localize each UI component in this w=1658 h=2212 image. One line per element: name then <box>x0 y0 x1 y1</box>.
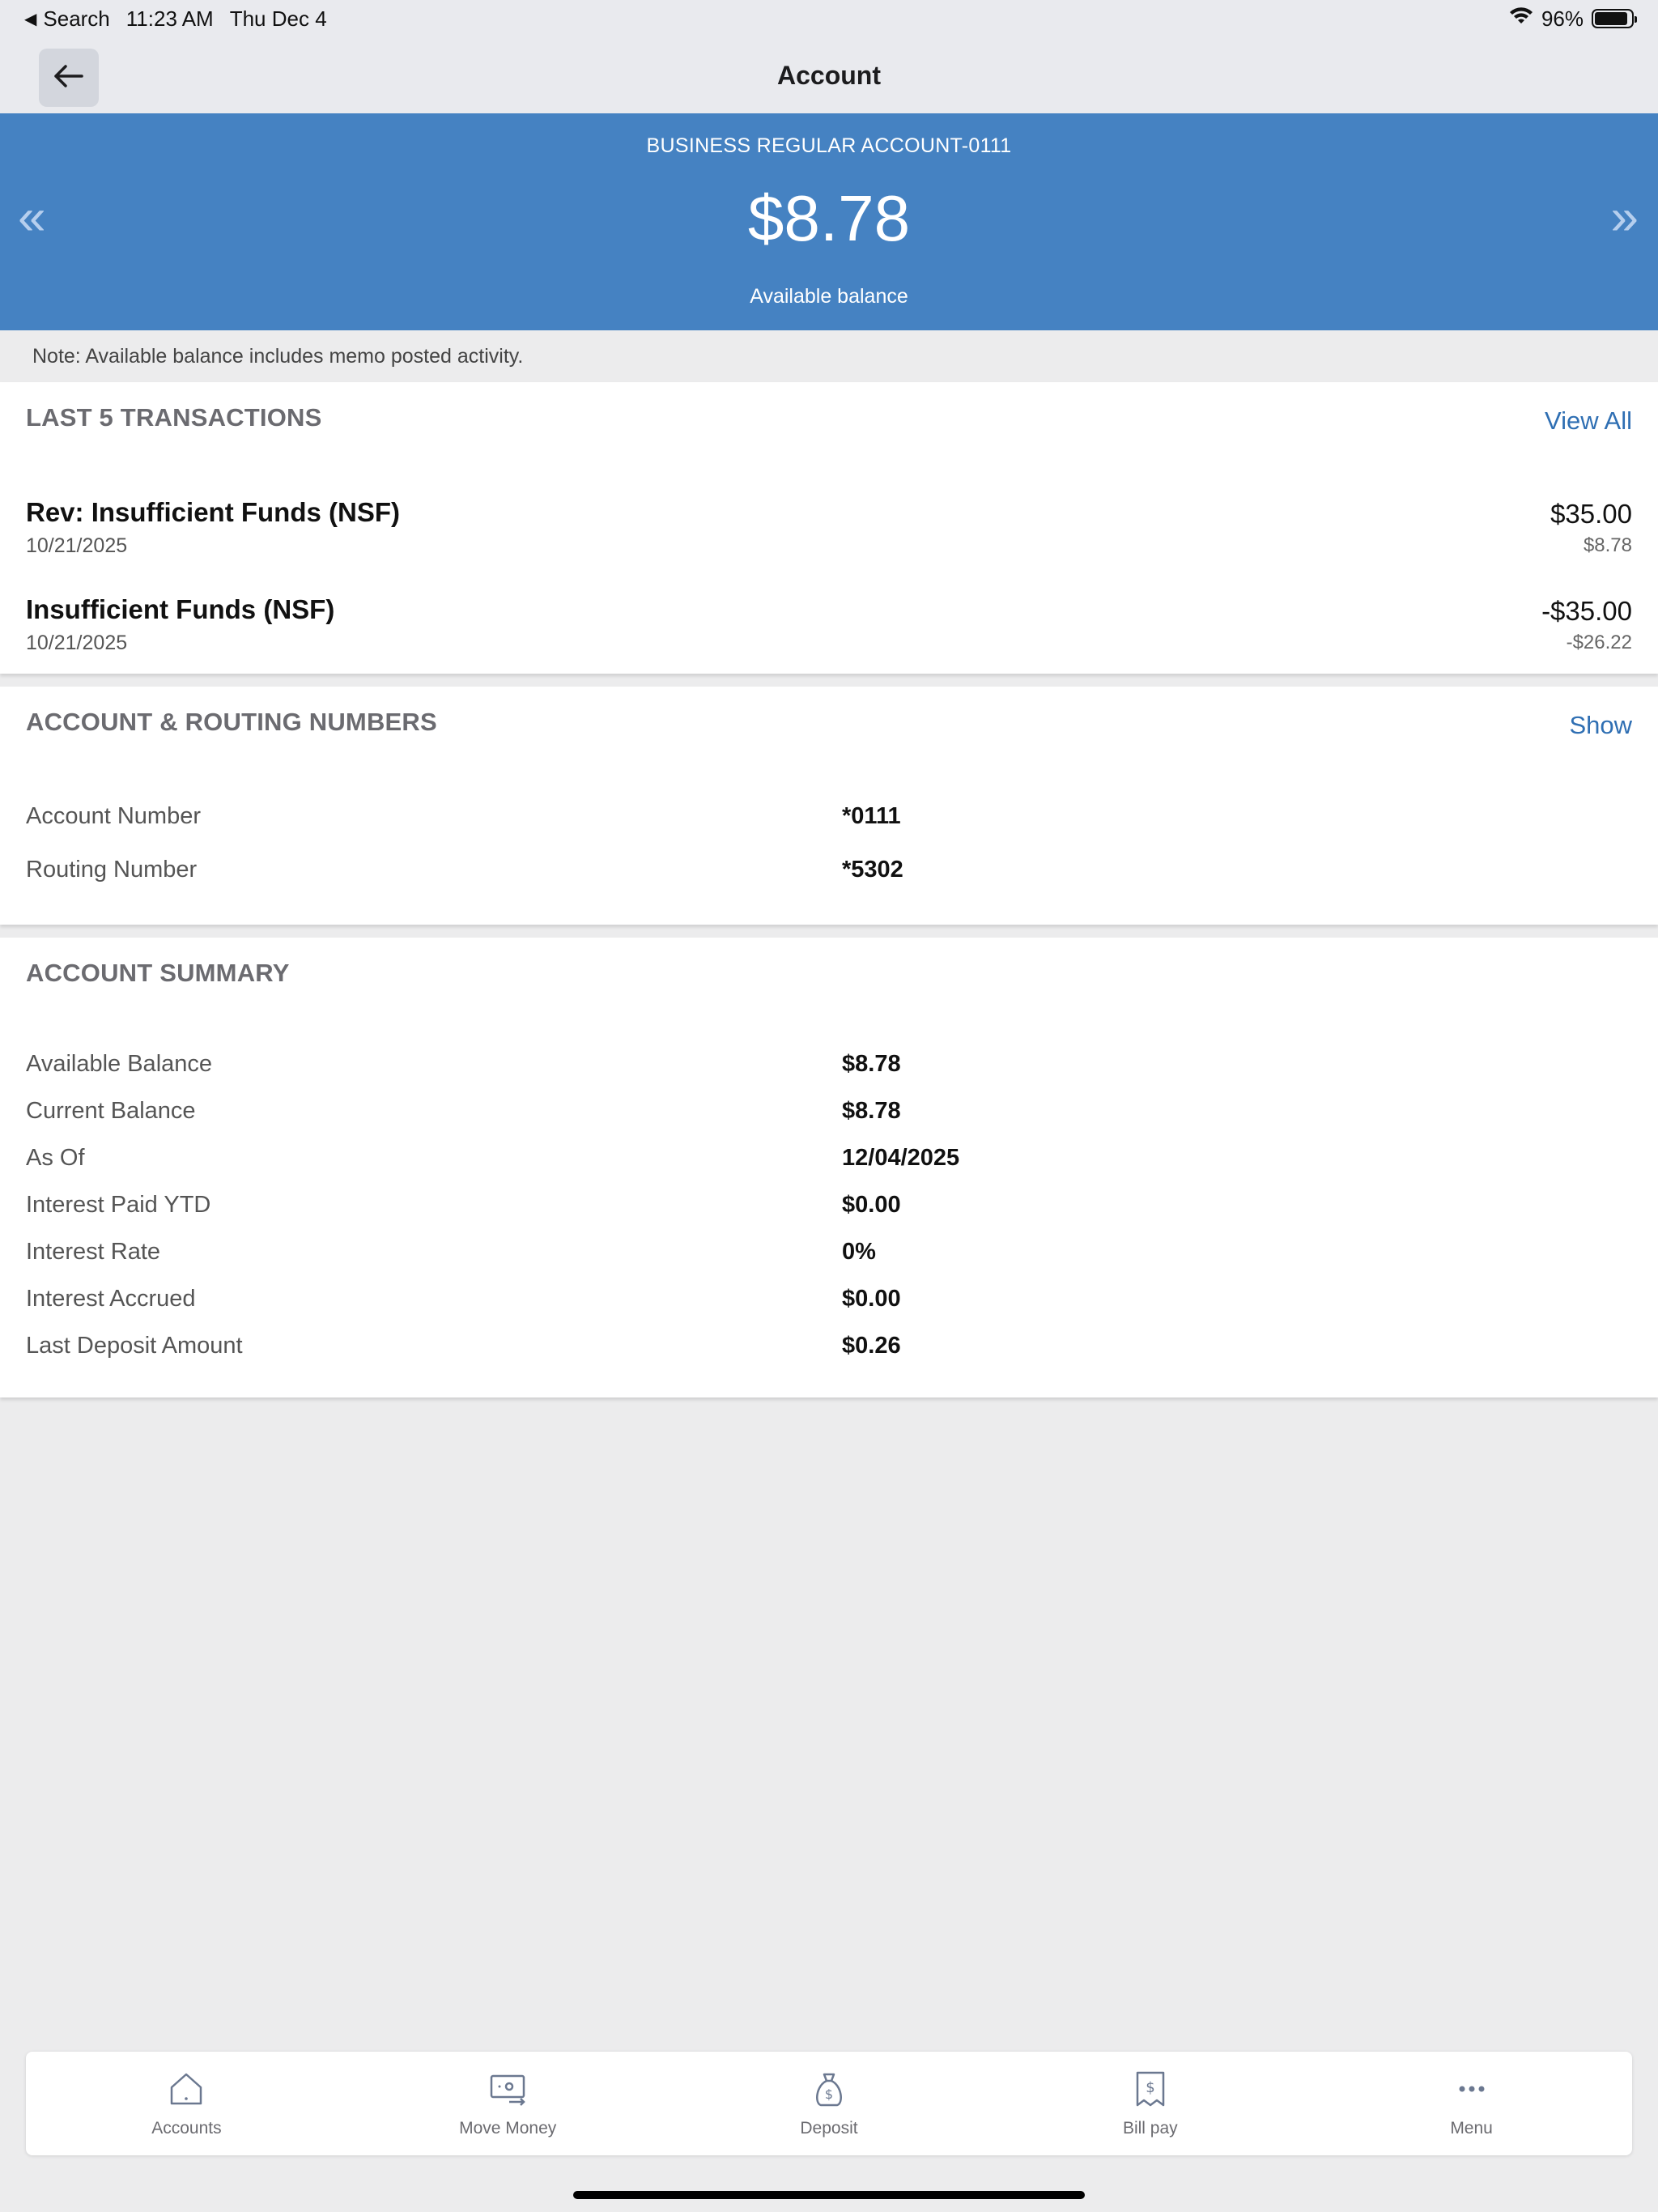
transaction-amount: $35.00 <box>1550 499 1632 529</box>
wifi-icon <box>1509 6 1533 32</box>
summary-row: Interest Accrued $0.00 <box>26 1286 1632 1318</box>
back-app-label: Search <box>43 6 110 31</box>
view-all-link[interactable]: View All <box>1545 406 1632 436</box>
row-value: $8.78 <box>842 1098 901 1124</box>
summary-row: Interest Paid YTD $0.00 <box>26 1192 1632 1224</box>
summary-title: ACCOUNT SUMMARY <box>26 959 290 987</box>
more-icon <box>1452 2069 1491 2112</box>
available-balance-label: Available balance <box>750 285 908 308</box>
account-name: BUSINESS REGULAR ACCOUNT-0111 <box>646 134 1012 157</box>
svg-text:$: $ <box>1146 2079 1154 2096</box>
tab-label: Move Money <box>459 2118 557 2138</box>
nav-header: Account <box>0 37 1658 113</box>
back-triangle-icon: ◀ <box>24 10 37 28</box>
row-value: *5302 <box>842 857 903 883</box>
tab-accounts[interactable]: Accounts <box>26 2052 347 2155</box>
tab-deposit[interactable]: $ Deposit <box>669 2052 990 2155</box>
row-value: *0111 <box>842 803 901 829</box>
transaction-running-balance: -$26.22 <box>1566 632 1632 653</box>
row-value: 12/04/2025 <box>842 1145 960 1171</box>
transaction-row[interactable]: Insufficient Funds (NSF) 10/21/2025 -$35… <box>26 594 1632 659</box>
transaction-row[interactable]: Rev: Insufficient Funds (NSF) 10/21/2025… <box>26 497 1632 562</box>
arrow-left-icon <box>53 64 85 92</box>
transaction-running-balance: $8.78 <box>1583 534 1632 556</box>
row-label: Account Number <box>26 803 201 829</box>
row-value: $0.00 <box>842 1192 901 1218</box>
row-label: Last Deposit Amount <box>26 1333 243 1359</box>
row-label: Routing Number <box>26 857 198 883</box>
transaction-description: Insufficient Funds (NSF) <box>26 594 335 624</box>
summary-row: Available Balance $8.78 <box>26 1051 1632 1083</box>
summary-row: Current Balance $8.78 <box>26 1098 1632 1130</box>
tab-label: Deposit <box>800 2118 858 2138</box>
show-numbers-link[interactable]: Show <box>1569 711 1632 740</box>
balance-banner: « BUSINESS REGULAR ACCOUNT-0111 $8.78 Av… <box>0 113 1658 330</box>
summary-row: As Of 12/04/2025 <box>26 1145 1632 1177</box>
status-time: 11:23 AM <box>125 6 214 31</box>
transfer-icon <box>488 2069 527 2112</box>
transaction-description: Rev: Insufficient Funds (NSF) <box>26 497 400 527</box>
transactions-card: LAST 5 TRANSACTIONS View All Rev: Insuff… <box>0 382 1658 674</box>
summary-row: Interest Rate 0% <box>26 1239 1632 1271</box>
bill-icon: $ <box>1131 2069 1170 2112</box>
transaction-date: 10/21/2025 <box>26 534 128 557</box>
next-account-icon[interactable]: » <box>1611 193 1639 243</box>
tab-label: Accounts <box>151 2118 222 2138</box>
balance-note: Note: Available balance includes memo po… <box>0 330 1658 382</box>
home-icon <box>167 2069 206 2112</box>
available-balance-amount: $8.78 <box>747 182 911 254</box>
tab-label: Menu <box>1450 2118 1493 2138</box>
transaction-date: 10/21/2025 <box>26 632 128 654</box>
routing-title: ACCOUNT & ROUTING NUMBERS <box>26 708 437 736</box>
routing-number-row: Routing Number *5302 <box>26 857 1632 889</box>
row-label: Interest Paid YTD <box>26 1192 211 1218</box>
row-label: Interest Rate <box>26 1239 161 1265</box>
page-title: Account <box>777 60 881 90</box>
row-value: $0.00 <box>842 1286 901 1312</box>
bottom-tab-bar: Accounts Move Money $ Deposit $ Bill pay… <box>26 2052 1632 2155</box>
row-label: Current Balance <box>26 1098 196 1124</box>
summary-row: Last Deposit Amount $0.26 <box>26 1333 1632 1365</box>
routing-card: ACCOUNT & ROUTING NUMBERS Show Account N… <box>0 687 1658 925</box>
home-indicator[interactable] <box>573 2191 1085 2199</box>
row-label: Interest Accrued <box>26 1286 196 1312</box>
tab-label: Bill pay <box>1122 2118 1178 2138</box>
transactions-title: LAST 5 TRANSACTIONS <box>26 403 322 432</box>
row-value: $0.26 <box>842 1333 901 1359</box>
status-date: Thu Dec 4 <box>229 6 327 31</box>
summary-card: ACCOUNT SUMMARY Available Balance $8.78 … <box>0 938 1658 1397</box>
tab-menu[interactable]: Menu <box>1311 2052 1632 2155</box>
row-label: As Of <box>26 1145 85 1171</box>
tab-move-money[interactable]: Move Money <box>347 2052 669 2155</box>
battery-icon <box>1592 9 1637 28</box>
row-label: Available Balance <box>26 1051 213 1077</box>
svg-text:$: $ <box>825 2087 833 2102</box>
money-bag-icon: $ <box>810 2069 848 2112</box>
row-value: $8.78 <box>842 1051 901 1077</box>
transaction-amount: -$35.00 <box>1541 596 1632 626</box>
back-to-app-link[interactable]: ◀ Search <box>24 6 110 32</box>
back-button[interactable] <box>39 49 99 107</box>
account-number-row: Account Number *0111 <box>26 803 1632 836</box>
status-bar: ◀ Search 11:23 AM Thu Dec 4 96% <box>0 0 1658 37</box>
battery-percent: 96% <box>1541 6 1584 31</box>
tab-bill-pay[interactable]: $ Bill pay <box>989 2052 1311 2155</box>
row-value: 0% <box>842 1239 876 1265</box>
